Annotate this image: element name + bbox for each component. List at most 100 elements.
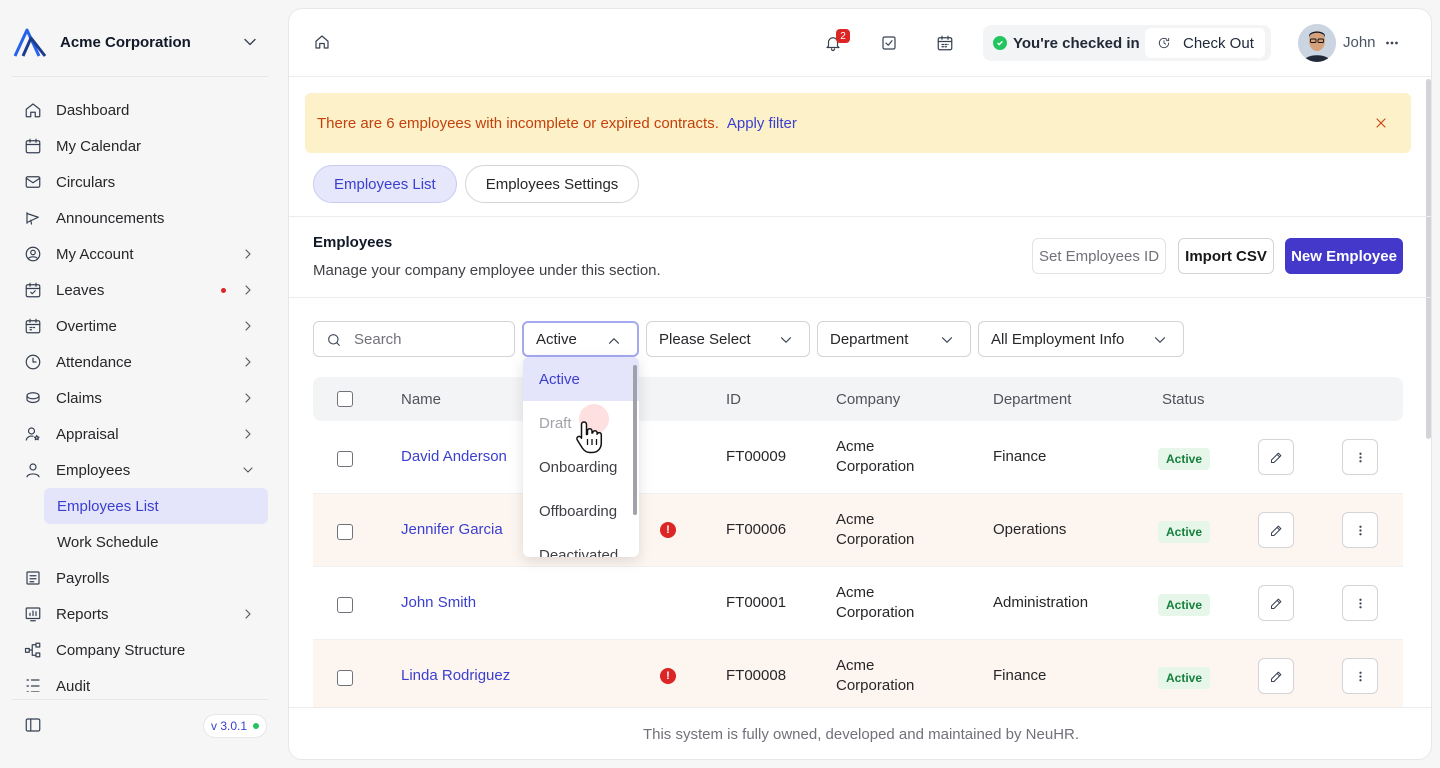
row-checkbox[interactable] xyxy=(337,451,353,467)
row-more-button[interactable] xyxy=(1342,585,1378,621)
sidebar-item-announcements[interactable]: Announcements xyxy=(12,200,268,236)
dropdown-value: All Employment Info xyxy=(991,330,1125,348)
sidebar-item-leaves[interactable]: Leaves xyxy=(12,272,268,308)
tab-employees-list[interactable]: Employees List xyxy=(313,165,457,203)
chevron-up-icon xyxy=(608,338,620,344)
sidebar-item-claims[interactable]: Claims xyxy=(12,380,268,416)
sidebar-subitem-employees-list[interactable]: Employees List xyxy=(44,488,268,524)
task-checkbox-icon[interactable] xyxy=(880,34,898,52)
status-option-deactivated[interactable]: Deactivated xyxy=(523,533,639,558)
sidebar-item-my-account[interactable]: My Account xyxy=(12,236,268,272)
avatar[interactable] xyxy=(1298,24,1336,62)
edit-button[interactable] xyxy=(1258,585,1294,621)
search-input[interactable] xyxy=(354,330,494,348)
column-header-status[interactable]: Status xyxy=(1162,391,1205,408)
main-scrollbar[interactable] xyxy=(1426,79,1431,439)
sidebar-nav: Dashboard My Calendar Circulars Announce… xyxy=(12,92,268,692)
sidebar-item-company-structure[interactable]: Company Structure xyxy=(12,632,268,668)
search-field[interactable] xyxy=(313,321,515,357)
employee-name-link[interactable]: Jennifer Garcia xyxy=(401,520,503,540)
employee-id: FT00006 xyxy=(726,521,787,538)
row-more-button[interactable] xyxy=(1342,439,1378,475)
status-select[interactable]: Active xyxy=(522,321,639,357)
chevron-down-icon[interactable] xyxy=(240,32,260,52)
sidebar-item-label: Work Schedule xyxy=(57,533,159,551)
table-row[interactable]: Linda Rodriguez ! FT00008 Acme Corporatio… xyxy=(313,640,1403,713)
check-out-button[interactable]: Check Out xyxy=(1145,28,1265,58)
employee-name-link[interactable]: Linda Rodriguez xyxy=(401,666,510,686)
footer: This system is fully owned, developed an… xyxy=(289,707,1431,759)
column-header-name[interactable]: Name xyxy=(401,391,441,408)
column-header-company[interactable]: Company xyxy=(836,391,900,408)
status-badge: Active xyxy=(1158,667,1211,689)
sidebar-item-attendance[interactable]: Attendance xyxy=(12,344,268,380)
edit-button[interactable] xyxy=(1258,439,1294,475)
table-row[interactable]: John Smith FT00001 Acme Corporation Admin… xyxy=(313,567,1403,640)
row-more-button[interactable] xyxy=(1342,512,1378,548)
edit-button[interactable] xyxy=(1258,512,1294,548)
sidebar-item-reports[interactable]: Reports xyxy=(12,596,268,632)
pencil-icon xyxy=(1270,452,1281,463)
row-checkbox[interactable] xyxy=(337,597,353,613)
notification-dot xyxy=(221,287,226,293)
row-more-button[interactable] xyxy=(1342,658,1378,694)
dropdown-scrollbar[interactable] xyxy=(633,365,637,515)
sidebar-item-overtime[interactable]: Overtime xyxy=(12,308,268,344)
more-horizontal-icon[interactable] xyxy=(1383,34,1401,52)
company-switcher[interactable]: Acme Corporation xyxy=(12,24,268,60)
company-line1: Acme xyxy=(836,657,875,674)
edit-button[interactable] xyxy=(1258,658,1294,694)
check-in-text: You're checked in xyxy=(1013,34,1140,52)
chevron-down-icon xyxy=(243,467,253,473)
new-employee-button[interactable]: New Employee xyxy=(1285,238,1403,274)
tab-employees-settings[interactable]: Employees Settings xyxy=(464,165,640,203)
sidebar-item-appraisal[interactable]: Appraisal xyxy=(12,416,268,452)
sidebar-item-label: Audit xyxy=(56,677,91,693)
calendar-check-icon xyxy=(25,282,41,298)
row-checkbox[interactable] xyxy=(337,670,353,686)
contracts-alert: There are 6 employees with incomplete or… xyxy=(305,93,1411,153)
table-row[interactable]: Jennifer Garcia ! FT00006 Acme Corporatio… xyxy=(313,494,1403,567)
calendar-icon[interactable] xyxy=(936,34,954,52)
sidebar-item-label: Payrolls xyxy=(56,569,110,587)
apply-filter-link[interactable]: Apply filter xyxy=(727,115,797,132)
user-star-icon xyxy=(25,427,40,441)
import-csv-button[interactable]: Import CSV xyxy=(1178,238,1274,274)
megaphone-icon xyxy=(26,212,39,225)
sidebar-subitem-work-schedule[interactable]: Work Schedule xyxy=(12,524,268,560)
warning-icon[interactable]: ! xyxy=(660,668,676,684)
department-dropdown[interactable]: Department xyxy=(817,321,971,357)
please-select-dropdown[interactable]: Please Select xyxy=(646,321,810,357)
sidebar-toggle-icon[interactable] xyxy=(24,716,42,734)
set-employees-id-button[interactable]: Set Employees ID xyxy=(1032,238,1166,274)
column-header-id[interactable]: ID xyxy=(726,391,741,408)
sidebar-item-payrolls[interactable]: Payrolls xyxy=(12,560,268,596)
chevron-right-icon xyxy=(245,357,251,367)
select-all-checkbox[interactable] xyxy=(337,391,353,407)
check-in-status: You're checked in Check Out xyxy=(983,25,1271,61)
status-option-offboarding[interactable]: Offboarding xyxy=(523,489,639,533)
audit-icon xyxy=(26,679,40,692)
company-name: Acme Corporation xyxy=(60,33,191,51)
close-icon[interactable] xyxy=(1373,115,1389,131)
sidebar-item-dashboard[interactable]: Dashboard xyxy=(12,92,268,128)
department: Finance xyxy=(993,448,1047,465)
sidebar-item-employees[interactable]: Employees xyxy=(12,452,268,488)
sidebar-item-my-calendar[interactable]: My Calendar xyxy=(12,128,268,164)
employment-info-dropdown[interactable]: All Employment Info xyxy=(978,321,1184,357)
row-checkbox[interactable] xyxy=(337,524,353,540)
column-header-department[interactable]: Department xyxy=(993,391,1071,408)
sidebar-item-audit[interactable]: Audit xyxy=(12,668,268,692)
table-row[interactable]: David Anderson FT00009 Acme Corporation F… xyxy=(313,421,1403,494)
employee-name-link[interactable]: John Smith xyxy=(401,593,476,613)
mail-icon xyxy=(25,176,41,188)
sidebar-item-circulars[interactable]: Circulars xyxy=(12,164,268,200)
company-name: Acme Corporation xyxy=(836,510,914,550)
chevron-right-icon xyxy=(245,609,251,619)
home-icon[interactable] xyxy=(313,33,331,51)
warning-icon[interactable]: ! xyxy=(660,522,676,538)
pencil-icon xyxy=(1270,671,1281,682)
status-option-active[interactable]: Active xyxy=(523,357,639,401)
sidebar: Acme Corporation Dashboard My Calendar C… xyxy=(0,0,288,768)
employee-name-link[interactable]: David Anderson xyxy=(401,447,507,467)
